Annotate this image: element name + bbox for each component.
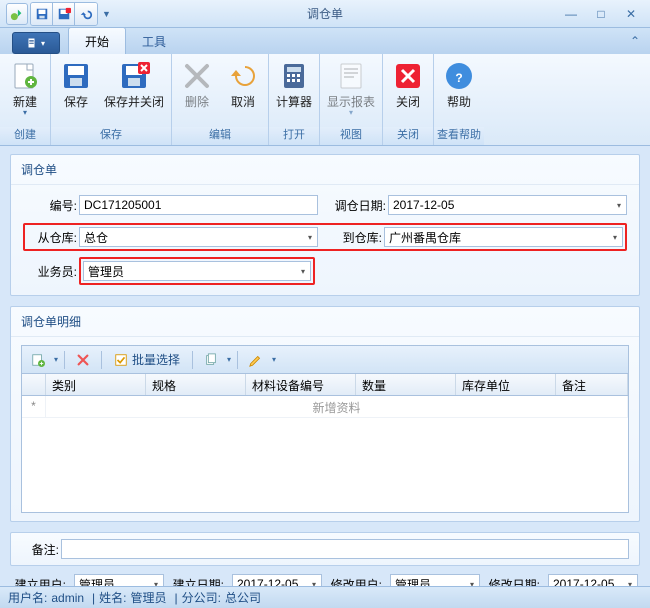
tab-tools[interactable]: 工具 — [126, 28, 182, 54]
header-panel: 调仓单 编号: 调仓日期: ▾ 从仓库: ▾ 到仓库: ▾ 业务员: ▾ — [10, 154, 640, 296]
qat — [30, 2, 98, 26]
ribbon: 新建 ▾ 创建 保存 保存并关闭 保存 删除 取消 — [0, 54, 650, 146]
save-close-icon — [117, 59, 151, 93]
from-wh-field[interactable] — [79, 227, 318, 247]
close-icon — [391, 59, 425, 93]
help-button[interactable]: ? 帮助 — [436, 56, 482, 112]
col-spec[interactable]: 规格 — [146, 374, 246, 395]
tab-start[interactable]: 开始 — [68, 27, 126, 54]
detail-panel: 调仓单明细 ▾ 批量选择 ▾ ▾ 类别 规格 — [10, 306, 640, 522]
qat-more-icon[interactable]: ▼ — [102, 9, 111, 19]
clerk-field[interactable] — [83, 261, 311, 281]
clerk-dropdown-icon[interactable]: ▾ — [296, 262, 310, 280]
date-dropdown-icon[interactable]: ▾ — [612, 196, 626, 214]
notes-panel: 备注: — [10, 532, 640, 566]
cancel-button[interactable]: 取消 — [220, 56, 266, 112]
title-bar: ▼ 调仓单 ― □ ✕ — [0, 0, 650, 28]
new-row-icon: * — [22, 396, 46, 417]
date-label: 调仓日期: — [318, 197, 388, 214]
svg-text:?: ? — [455, 71, 462, 85]
notes-field[interactable] — [61, 539, 629, 559]
detail-copy-button[interactable] — [199, 349, 223, 371]
from-wh-label: 从仓库: — [27, 229, 79, 246]
col-code[interactable]: 材料设备编号 — [246, 374, 356, 395]
show-report-button: 显示报表 ▾ — [322, 56, 380, 120]
detail-edit-button[interactable] — [244, 349, 268, 371]
notes-label: 备注: — [21, 541, 61, 558]
qat-undo-icon[interactable] — [75, 3, 97, 25]
to-wh-field[interactable] — [384, 227, 623, 247]
minimize-button[interactable]: ― — [562, 7, 580, 21]
work-area: 调仓单 编号: 调仓日期: ▾ 从仓库: ▾ 到仓库: ▾ 业务员: ▾ — [0, 146, 650, 594]
new-button[interactable]: 新建 ▾ — [2, 56, 48, 120]
calculator-icon — [277, 59, 311, 93]
undo-icon — [226, 59, 260, 93]
close-button[interactable]: ✕ — [622, 7, 640, 21]
date-field[interactable] — [388, 195, 627, 215]
maximize-button[interactable]: □ — [592, 7, 610, 21]
from-wh-dropdown-icon[interactable]: ▾ — [303, 228, 317, 246]
detail-grid: 类别 规格 材料设备编号 数量 库存单位 备注 * 新增资料 — [21, 373, 629, 513]
app-icon — [6, 3, 28, 25]
grid-header: 类别 规格 材料设备编号 数量 库存单位 备注 — [22, 374, 628, 396]
batch-select-button[interactable]: 批量选择 — [108, 349, 186, 371]
calculator-button[interactable]: 计算器 — [271, 56, 317, 112]
new-icon — [8, 59, 42, 93]
col-qty[interactable]: 数量 — [356, 374, 456, 395]
chevron-down-icon: ▾ — [23, 109, 27, 117]
chevron-down-icon: ▾ — [349, 109, 353, 117]
detail-panel-title: 调仓单明细 — [11, 307, 639, 337]
grid-rowhdr — [22, 374, 46, 395]
save-button[interactable]: 保存 — [53, 56, 99, 112]
save-icon — [59, 59, 93, 93]
header-panel-title: 调仓单 — [11, 155, 639, 185]
col-unit[interactable]: 库存单位 — [456, 374, 556, 395]
ribbon-tabstrip: ▾ 开始 工具 ⌃ — [0, 28, 650, 54]
status-bar: 用户名:admin | 姓名:管理员 | 分公司:总公司 — [0, 586, 650, 608]
close-form-button[interactable]: 关闭 — [385, 56, 431, 112]
delete-button: 删除 — [174, 56, 220, 112]
help-icon: ? — [442, 59, 476, 93]
delete-icon — [180, 59, 214, 93]
app-menu-button[interactable]: ▾ — [12, 32, 60, 54]
col-category[interactable]: 类别 — [46, 374, 146, 395]
to-wh-dropdown-icon[interactable]: ▾ — [608, 228, 622, 246]
col-remark[interactable]: 备注 — [556, 374, 628, 395]
id-label: 编号: — [23, 197, 79, 214]
clerk-label: 业务员: — [23, 263, 79, 280]
detail-delete-button[interactable] — [71, 349, 95, 371]
qat-saveclose-icon[interactable] — [53, 3, 75, 25]
to-wh-label: 到仓库: — [318, 229, 384, 246]
detail-toolbar: ▾ 批量选择 ▾ ▾ — [21, 345, 629, 373]
save-close-button[interactable]: 保存并关闭 — [99, 56, 169, 112]
id-field[interactable] — [79, 195, 318, 215]
grid-new-row[interactable]: * 新增资料 — [22, 396, 628, 418]
ribbon-collapse-icon[interactable]: ⌃ — [630, 34, 640, 48]
qat-save-icon[interactable] — [31, 3, 53, 25]
report-icon — [334, 59, 368, 93]
detail-new-button[interactable] — [26, 349, 50, 371]
